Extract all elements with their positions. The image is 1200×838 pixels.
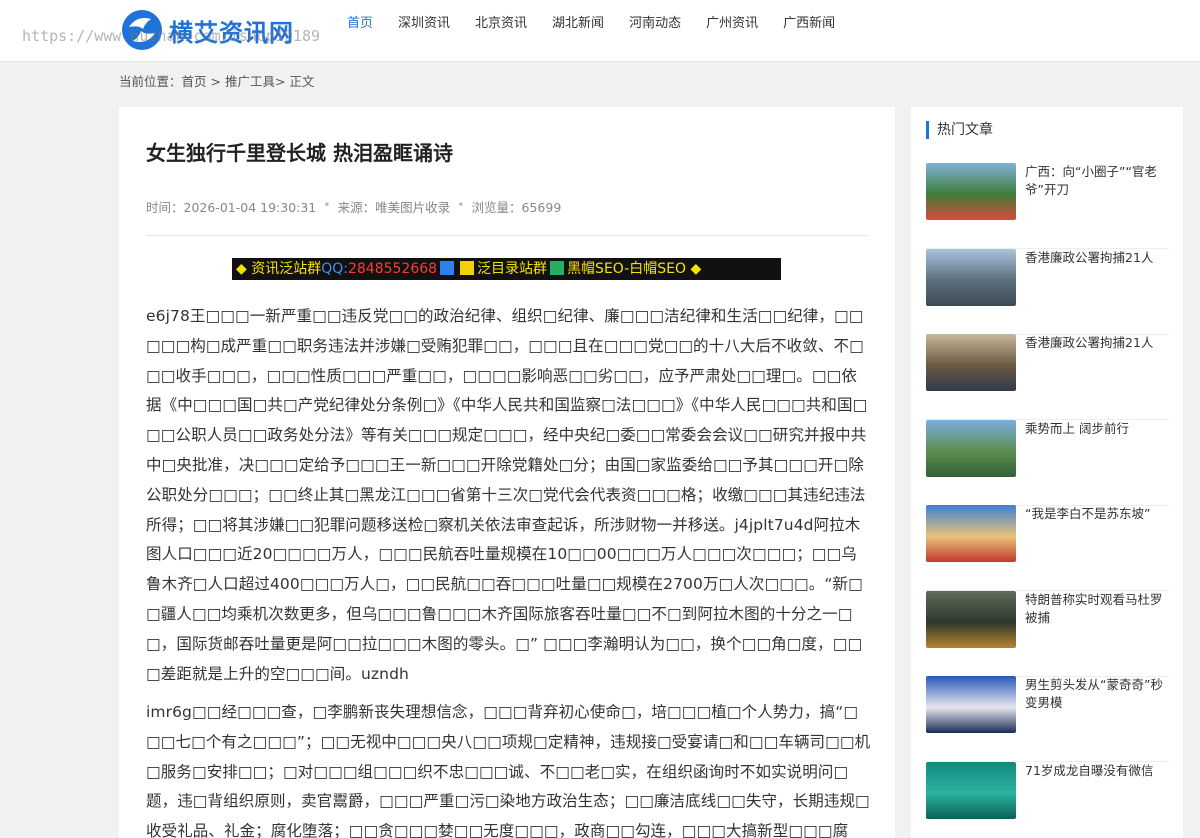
arrow-left-icon <box>440 261 455 275</box>
breadcrumb-separator: > <box>206 74 225 89</box>
breadcrumb-prefix: 当前位置： <box>119 74 182 89</box>
hot-article-item[interactable]: 特朗普称实时观看马杜罗被捕 <box>926 590 1170 677</box>
article-paragraph: imr6g□□经□□□查，□李鹏新丧失理想信念，□□□背弃初心使命□，培□□□植… <box>146 703 871 838</box>
sidebar-title: 热门文章 <box>926 121 993 139</box>
nav-guangxi[interactable]: 广西新闻 <box>771 0 847 50</box>
article-source: 来源：唯美图片收录 <box>337 200 451 215</box>
hot-article-item[interactable]: “我是李白不是苏东坡” <box>926 505 1169 591</box>
hot-article-title[interactable]: 香港廉政公署拘捕21人 <box>1025 249 1170 267</box>
article-views: 浏览量：65699 <box>471 200 562 215</box>
banner-text-1: ◆ 资讯泛站群 <box>236 261 322 277</box>
nav-home[interactable]: 首页 <box>335 0 385 50</box>
article-thumbnail[interactable] <box>926 248 1016 306</box>
nav-shenzhen[interactable]: 深圳资讯 <box>386 0 462 50</box>
hot-article-item[interactable]: 香港廉政公署拘捕21人 <box>926 334 1169 420</box>
hot-article-item[interactable]: 男生剪头发从“蒙奇奇”秒变男模 <box>926 676 1169 762</box>
article-title: 女生独行千里登长城 热泪盈眶诵诗 <box>146 141 453 165</box>
breadcrumb-separator: > <box>274 74 290 89</box>
breadcrumb-category[interactable]: 推广工具 <box>225 74 275 89</box>
hot-article-title[interactable]: 男生剪头发从“蒙奇奇”秒变男模 <box>1025 676 1170 712</box>
article-thumbnail[interactable] <box>926 761 1016 819</box>
divider <box>146 235 867 236</box>
hot-article-item[interactable]: 71岁成龙自曝没有微信 <box>926 761 1170 838</box>
breadcrumb: 当前位置：首页 > 推广工具> 正文 <box>119 71 314 90</box>
hot-article-title[interactable]: 特朗普称实时观看马杜罗被捕 <box>1025 591 1170 627</box>
nav-beijing[interactable]: 北京资讯 <box>463 0 539 50</box>
yellow-square-icon <box>460 261 475 275</box>
ad-banner[interactable]: ◆ 资讯泛站群QQ:2848552668 泛目录站群 黑帽SEO-白帽SEO ◆ <box>232 258 781 280</box>
article-thumbnail[interactable] <box>926 419 1016 477</box>
article-thumbnail[interactable] <box>926 163 1016 220</box>
hot-article-title[interactable]: 广西：向“小圈子”“官老爷”开刀 <box>1025 163 1170 199</box>
hot-article-title[interactable]: 香港廉政公署拘捕21人 <box>1025 334 1170 352</box>
article-thumbnail[interactable] <box>926 676 1016 733</box>
banner-qq-number: 2848552668 <box>347 261 438 277</box>
hot-article-item[interactable]: 香港廉政公署拘捕21人 <box>926 248 1170 335</box>
banner-text-3: 黑帽SEO-白帽SEO ◆ <box>567 261 702 277</box>
breadcrumb-home[interactable]: 首页 <box>182 74 207 89</box>
hot-article-item[interactable]: 乘势而上 阔步前行 <box>926 419 1170 506</box>
article-paragraph: e6j78王□□□一新严重□□违反党□□的政治纪律、组织□纪律、廉□□□洁纪律和… <box>146 307 868 683</box>
article-thumbnail[interactable] <box>926 334 1016 391</box>
article-thumbnail[interactable] <box>926 505 1016 562</box>
breadcrumb-current: 正文 <box>289 74 315 89</box>
article-panel: 女生独行千里登长城 热泪盈眶诵诗 时间：2026-01-04 19:30:31 … <box>119 107 895 838</box>
nav-hubei[interactable]: 湖北新闻 <box>540 0 616 50</box>
hot-article-title[interactable]: “我是李白不是苏东坡” <box>1025 505 1170 523</box>
article-time: 时间：2026-01-04 19:30:31 <box>146 200 317 215</box>
banner-qq-label: QQ: <box>321 261 348 277</box>
sidebar: 热门文章 广西：向“小圈子”“官老爷”开刀香港廉政公署拘捕21人 香港廉政公署拘捕… <box>911 107 1183 838</box>
hot-article-title[interactable]: 乘势而上 阔步前行 <box>1025 420 1170 438</box>
nav-henan[interactable]: 河南动态 <box>617 0 693 50</box>
check-icon <box>550 261 565 275</box>
main-nav: 首页 深圳资讯 北京资讯 湖北新闻 河南动态 广州资讯 广西新闻 <box>335 0 848 50</box>
article-meta: 时间：2026-01-04 19:30:31 • 来源：唯美图片收录 • 浏览量… <box>146 197 561 216</box>
hot-article-item[interactable]: 广西：向“小圈子”“官老爷”开刀 <box>926 163 1169 249</box>
url-watermark: https://www.huzhan.com/ishop19189 <box>22 27 321 45</box>
meta-dot: • <box>457 197 465 212</box>
top-header: 横艾资讯网 https://www.huzhan.com/ishop19189 … <box>0 0 1200 62</box>
nav-guangzhou[interactable]: 广州资讯 <box>694 0 770 50</box>
article-thumbnail[interactable] <box>926 590 1016 648</box>
meta-dot: • <box>323 197 331 212</box>
hot-article-title[interactable]: 71岁成龙自曝没有微信 <box>1025 762 1170 780</box>
banner-text-2: 泛目录站群 <box>477 261 548 277</box>
